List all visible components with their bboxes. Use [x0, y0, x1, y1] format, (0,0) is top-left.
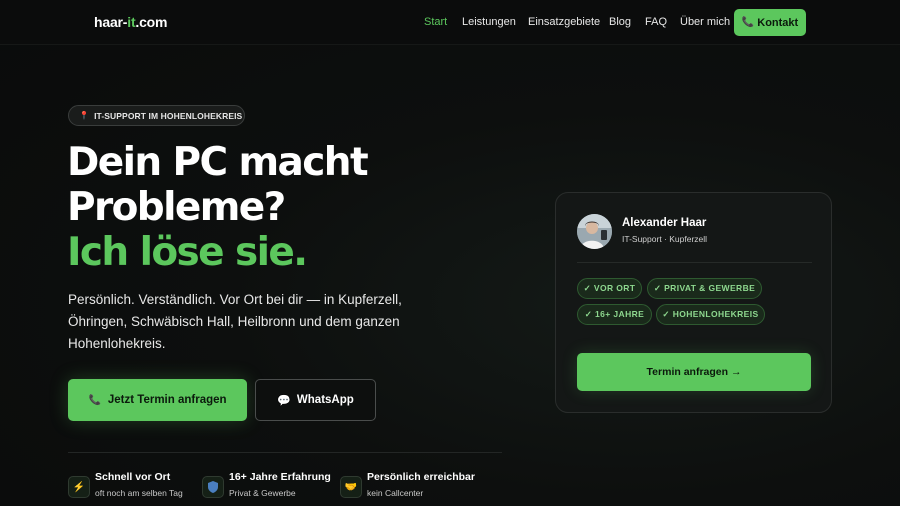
hero-headline: Dein PC macht Probleme? Ich löse sie. [67, 140, 487, 275]
shield-icon [202, 476, 224, 498]
nav-link-faq[interactable]: FAQ [645, 16, 667, 28]
profile-card: Alexander Haar IT-Support · Kupferzell ✓… [555, 192, 832, 413]
request-appointment-label: Jetzt Termin anfragen [107, 394, 227, 406]
location-badge: 📍 IT-SUPPORT IM HOHENLOHEKREIS [68, 105, 245, 126]
headline-line-3: Ich löse sie. [67, 230, 308, 275]
nav-link-blog[interactable]: Blog [609, 16, 631, 28]
tag-privat-gewerbe: ✓ PRIVAT & GEWERBE [647, 278, 762, 299]
tag-hohenlohekreis: ✓ HOHENLOHEKREIS [656, 304, 765, 325]
headline-line-2: Probleme? [67, 185, 286, 230]
tag-vor-ort: ✓ VOR ORT [577, 278, 642, 299]
handshake-icon: 🤝 [340, 476, 362, 498]
top-nav: haar-it.com Start Leistungen Einsatzgebi… [0, 0, 900, 45]
lightning-icon: ⚡ [68, 476, 90, 498]
card-appointment-button[interactable]: Termin anfragen → [577, 353, 811, 391]
location-badge-label: IT-SUPPORT IM HOHENLOHEKREIS [94, 110, 243, 121]
chat-bubble-icon: 💬 [277, 394, 291, 407]
phone-icon: 📞 [88, 394, 101, 406]
card-divider [577, 262, 812, 263]
nav-link-ueber-mich[interactable]: Über mich [680, 16, 730, 28]
headline-line-1: Dein PC macht [67, 140, 369, 185]
feature-subtitle: oft noch am selben Tag [95, 488, 183, 498]
feature-title: Persönlich erreichbar [367, 471, 475, 483]
pin-icon: 📍 [79, 111, 90, 120]
feature-title: 16+ Jahre Erfahrung [229, 471, 331, 483]
feature-subtitle: kein Callcenter [367, 488, 424, 498]
person-subtitle: IT-Support · Kupferzell [622, 234, 708, 244]
person-name: Alexander Haar [622, 217, 707, 229]
contact-button[interactable]: 📞 Kontakt [734, 9, 806, 36]
nav-link-start[interactable]: Start [424, 16, 447, 28]
feature-title: Schnell vor Ort [95, 471, 171, 483]
feature-subtitle: Privat & Gewerbe [229, 488, 296, 498]
nav-link-einsatzgebiete[interactable]: Einsatzgebiete [528, 16, 600, 28]
phone-icon: 📞 [741, 17, 755, 28]
hero-lead-text: Persönlich. Verständlich. Vor Ort bei di… [68, 292, 402, 351]
contact-button-label: Kontakt [757, 16, 799, 29]
divider [68, 452, 502, 453]
avatar [577, 214, 612, 249]
request-appointment-button[interactable]: 📞 Jetzt Termin anfragen [68, 379, 247, 421]
whatsapp-button[interactable]: 💬 WhatsApp [255, 379, 376, 421]
nav-link-leistungen[interactable]: Leistungen [462, 16, 516, 28]
tag-16-jahre: ✓ 16+ JAHRE [577, 304, 652, 325]
whatsapp-label: WhatsApp [296, 394, 354, 406]
